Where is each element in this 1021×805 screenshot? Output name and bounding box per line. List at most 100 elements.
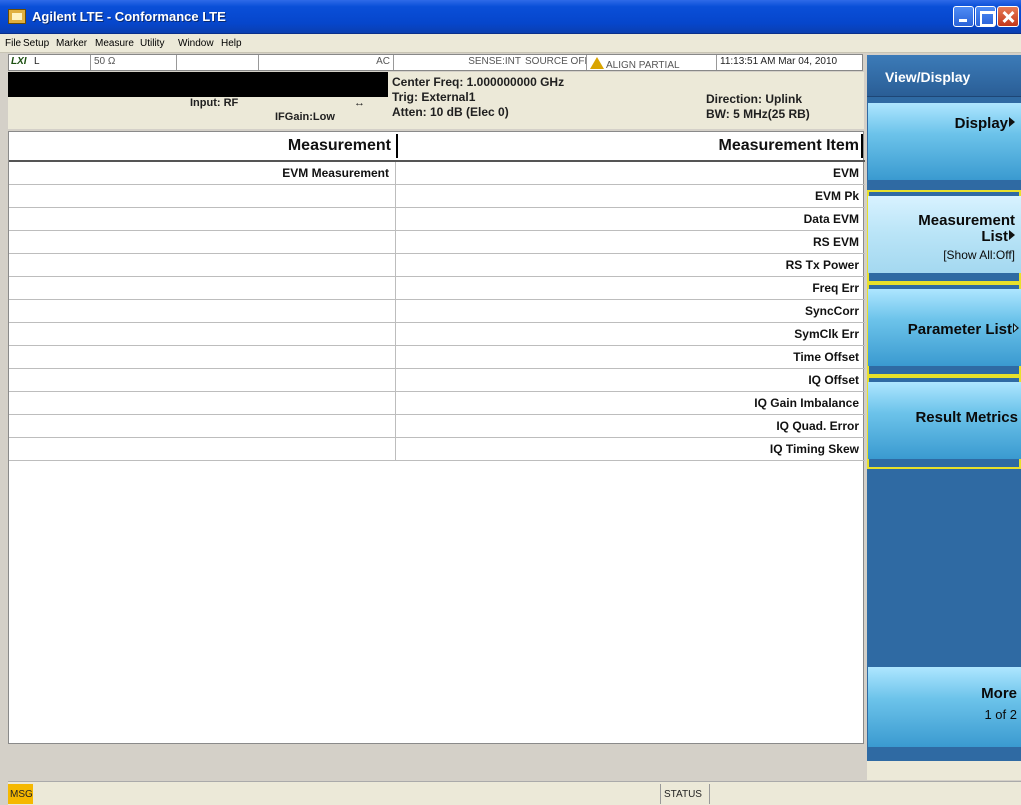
warning-icon: [590, 57, 604, 69]
minimize-button[interactable]: [953, 6, 974, 27]
maximize-button[interactable]: [975, 6, 996, 27]
row-column-divider: [395, 277, 396, 300]
status-strip: LXI L 50 Ω AC SENSE:INT SOURCE OFF ALIGN…: [8, 54, 863, 71]
result-metrics-softkey-face: Result Metrics: [868, 382, 1021, 459]
result-metrics-softkey[interactable]: Result Metrics: [867, 376, 1021, 469]
menu-help[interactable]: Help: [221, 38, 242, 49]
direction-label: Direction: Uplink: [706, 92, 803, 106]
measurement-item-cell: SyncCorr: [804, 304, 859, 318]
measurement-item-cell: IQ Offset: [808, 373, 859, 387]
measurement-item-cell: SymClk Err: [794, 327, 859, 341]
parameter-list-label: Parameter List: [908, 321, 1019, 338]
table-row[interactable]: SymClk Err: [9, 323, 865, 346]
table-row[interactable]: Data EVM: [9, 208, 865, 231]
table-row[interactable]: Freq Err: [9, 277, 865, 300]
ifgain-label: IFGain:Low: [275, 111, 335, 123]
menu-utility[interactable]: Utility: [140, 38, 164, 49]
column-header-measurement-item: Measurement Item: [718, 137, 860, 154]
submenu-arrow-icon: [1009, 230, 1015, 240]
bandwidth-label: BW: 5 MHz(25 RB): [706, 107, 810, 121]
blank-indicator: [177, 55, 259, 70]
double-arrow-icon: ↔: [354, 97, 365, 109]
submenu-arrow-icon: [1009, 117, 1015, 127]
display-softkey-face: Display: [868, 103, 1021, 180]
coupling-indicator: AC: [259, 55, 394, 70]
measurement-list-text: List: [981, 228, 1008, 245]
more-softkey-label: More: [981, 685, 1017, 702]
menu-bar: File Setup Marker Measure Utility Window…: [0, 34, 1021, 53]
row-column-divider: [395, 162, 396, 185]
measurement-item-cell: EVM: [832, 166, 859, 180]
header-black-bar: [8, 72, 388, 97]
lxi-logo: LXI: [11, 56, 27, 67]
measurement-header: Input: RF ↔ IFGain:Low Center Freq: 1.00…: [8, 72, 864, 129]
parameter-list-text: Parameter List: [907, 321, 1012, 338]
column-header-measurement: Measurement: [287, 137, 391, 154]
row-column-divider: [395, 346, 396, 369]
measurement-cell: EVM Measurement: [282, 166, 389, 180]
table-row[interactable]: IQ Gain Imbalance: [9, 392, 865, 415]
parameter-list-softkey[interactable]: Parameter List: [867, 283, 1021, 376]
measurement-list-label-line1: Measurement: [918, 212, 1015, 229]
measurement-item-cell: Time Offset: [793, 350, 859, 364]
measurement-list-sublabel: [Show All:Off]: [943, 248, 1015, 262]
more-softkey-page: 1 of 2: [984, 707, 1017, 722]
msg-indicator[interactable]: MSG: [8, 784, 33, 804]
align-indicator: ALIGN PARTIAL: [587, 55, 717, 70]
table-row[interactable]: IQ Quad. Error: [9, 415, 865, 438]
measurement-table: Measurement Measurement Item EVM Measure…: [8, 131, 865, 744]
app-icon: [8, 9, 26, 24]
measurement-list-label-line2: List: [981, 228, 1015, 245]
table-row[interactable]: SyncCorr: [9, 300, 865, 323]
table-header: Measurement Measurement Item: [9, 132, 865, 162]
atten-label: Atten: 10 dB (Elec 0): [392, 105, 509, 119]
trig-label: Trig: External1: [392, 90, 476, 104]
measurement-item-cell: RS Tx Power: [785, 258, 859, 272]
measurement-item-cell: EVM Pk: [814, 189, 859, 203]
submenu-hollow-arrow-icon: [1013, 323, 1019, 333]
display-softkey[interactable]: Display: [867, 97, 1021, 190]
display-softkey-text: Display: [954, 115, 1008, 132]
menu-measure[interactable]: Measure: [95, 38, 134, 49]
status-indicator[interactable]: STATUS: [660, 784, 710, 804]
mode-indicator: L: [31, 55, 91, 70]
column-divider: [861, 134, 863, 158]
bottom-status-bar: MSG STATUS: [8, 781, 1021, 805]
menu-setup[interactable]: Setup: [23, 38, 49, 49]
window-title: Agilent LTE - Conformance LTE: [32, 9, 226, 24]
row-column-divider: [395, 231, 396, 254]
table-row[interactable]: EVM Pk: [9, 185, 865, 208]
table-row[interactable]: EVM Measurement EVM: [9, 162, 865, 185]
measurement-list-softkey[interactable]: Measurement List [Show All:Off]: [867, 190, 1021, 283]
row-column-divider: [395, 438, 396, 461]
row-column-divider: [395, 208, 396, 231]
measurement-list-softkey-face: Measurement List [Show All:Off]: [868, 196, 1021, 273]
align-text: ALIGN PARTIAL: [606, 60, 680, 70]
table-row[interactable]: RS EVM: [9, 231, 865, 254]
input-label: Input: RF: [190, 97, 239, 109]
softkey-menu-title: View/Display: [867, 55, 1021, 97]
parameter-list-softkey-face: Parameter List: [868, 289, 1021, 366]
display-softkey-label: Display: [955, 115, 1015, 132]
close-button[interactable]: [997, 6, 1019, 27]
table-row[interactable]: Time Offset: [9, 346, 865, 369]
result-metrics-label: Result Metrics: [915, 409, 1018, 426]
measurement-item-cell: Freq Err: [812, 281, 859, 295]
measurement-item-cell: IQ Timing Skew: [769, 442, 859, 456]
table-row[interactable]: IQ Timing Skew: [9, 438, 865, 461]
row-column-divider: [395, 369, 396, 392]
table-row[interactable]: IQ Offset: [9, 369, 865, 392]
softkey-menu-title-text: View/Display: [885, 69, 971, 85]
menu-file[interactable]: File: [5, 38, 21, 49]
app-window: Agilent LTE - Conformance LTE File Setup…: [0, 0, 1021, 805]
sense-indicator: SENSE:INT: [468, 56, 521, 67]
impedance-indicator: 50 Ω: [91, 55, 177, 70]
row-column-divider: [395, 323, 396, 346]
row-column-divider: [395, 415, 396, 438]
measurement-item-cell: Data EVM: [803, 212, 859, 226]
menu-marker[interactable]: Marker: [56, 38, 87, 49]
menu-window[interactable]: Window: [178, 38, 214, 49]
title-bar: Agilent LTE - Conformance LTE: [0, 0, 1021, 34]
table-row[interactable]: RS Tx Power: [9, 254, 865, 277]
more-softkey[interactable]: More 1 of 2: [867, 661, 1021, 761]
